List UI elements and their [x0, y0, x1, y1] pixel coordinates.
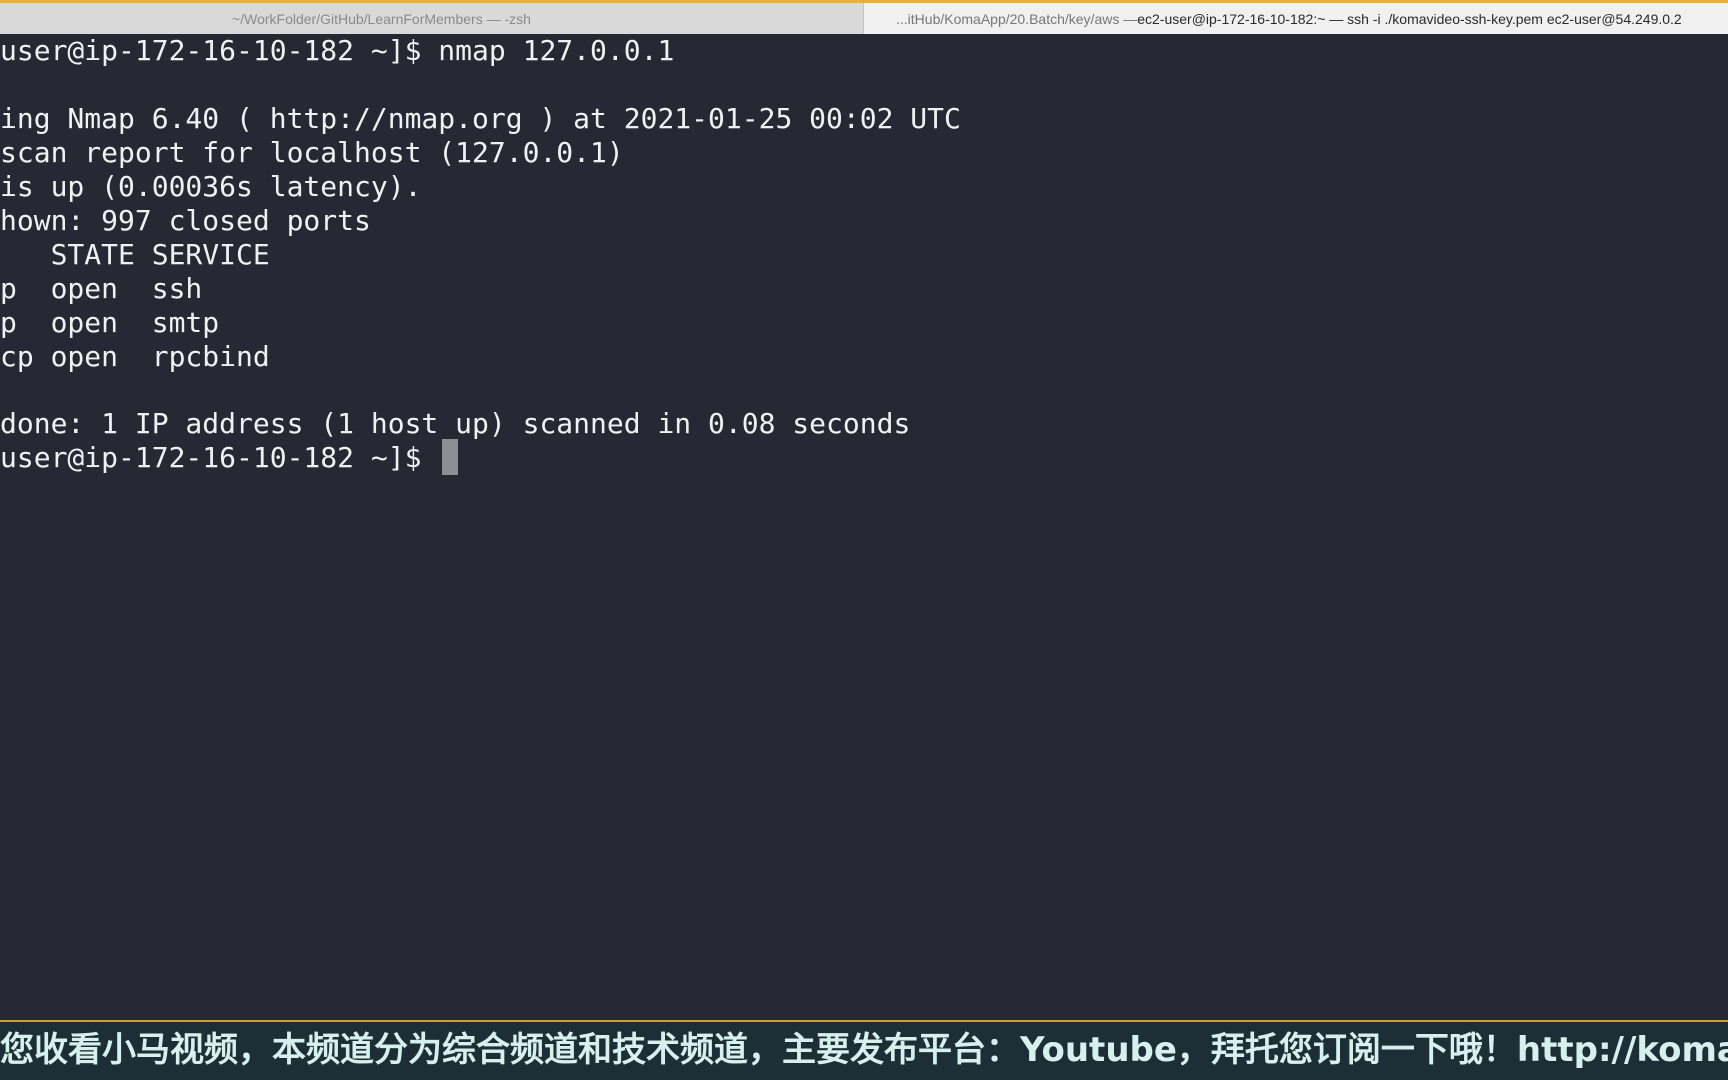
- terminal-prompt-line[interactable]: user@ip-172-16-10-182 ~]$: [0, 439, 459, 476]
- tab-title: ec2-user@ip-172-16-10-182:~ — ssh -i ./k…: [1137, 10, 1682, 27]
- terminal-output[interactable]: user@ip-172-16-10-182 ~]$ nmap 127.0.0.1…: [0, 34, 1728, 1020]
- tab-ssh[interactable]: ...itHub/KomaApp/20.Batch/key/aws — ec2-…: [864, 3, 1728, 34]
- terminal-line: cp open rpcbind: [0, 340, 270, 373]
- terminal-line: done: 1 IP address (1 host up) scanned i…: [0, 407, 911, 440]
- tab-title: ~/WorkFolder/GitHub/LearnForMembers — -z…: [232, 10, 531, 27]
- terminal-line: p open ssh: [0, 272, 203, 305]
- subtitle-banner: 您收看小马视频，本频道分为综合频道和技术频道，主要发布平台：Youtube，拜托…: [0, 1020, 1728, 1080]
- tab-zsh[interactable]: ~/WorkFolder/GitHub/LearnForMembers — -z…: [0, 3, 864, 34]
- terminal-line: hown: 997 closed ports: [0, 204, 371, 237]
- terminal-line: p open smtp: [0, 306, 220, 339]
- subtitle-text: 您收看小马视频，本频道分为综合频道和技术频道，主要发布平台：Youtube，拜托…: [0, 1030, 1728, 1070]
- terminal-line: user@ip-172-16-10-182 ~]$ nmap 127.0.0.1: [0, 34, 675, 67]
- terminal-line: scan report for localhost (127.0.0.1): [0, 136, 624, 169]
- tab-bar: ~/WorkFolder/GitHub/LearnForMembers — -z…: [0, 0, 1728, 34]
- terminal-window: ~/WorkFolder/GitHub/LearnForMembers — -z…: [0, 0, 1728, 1080]
- terminal-prompt: user@ip-172-16-10-182 ~]$: [0, 441, 439, 474]
- terminal-line: is up (0.00036s latency).: [0, 170, 422, 203]
- tab-title-prefix: ...itHub/KomaApp/20.Batch/key/aws —: [896, 10, 1138, 27]
- text-cursor: [442, 439, 459, 475]
- terminal-line: ing Nmap 6.40 ( http://nmap.org ) at 202…: [0, 102, 961, 135]
- terminal-line: STATE SERVICE: [0, 238, 270, 271]
